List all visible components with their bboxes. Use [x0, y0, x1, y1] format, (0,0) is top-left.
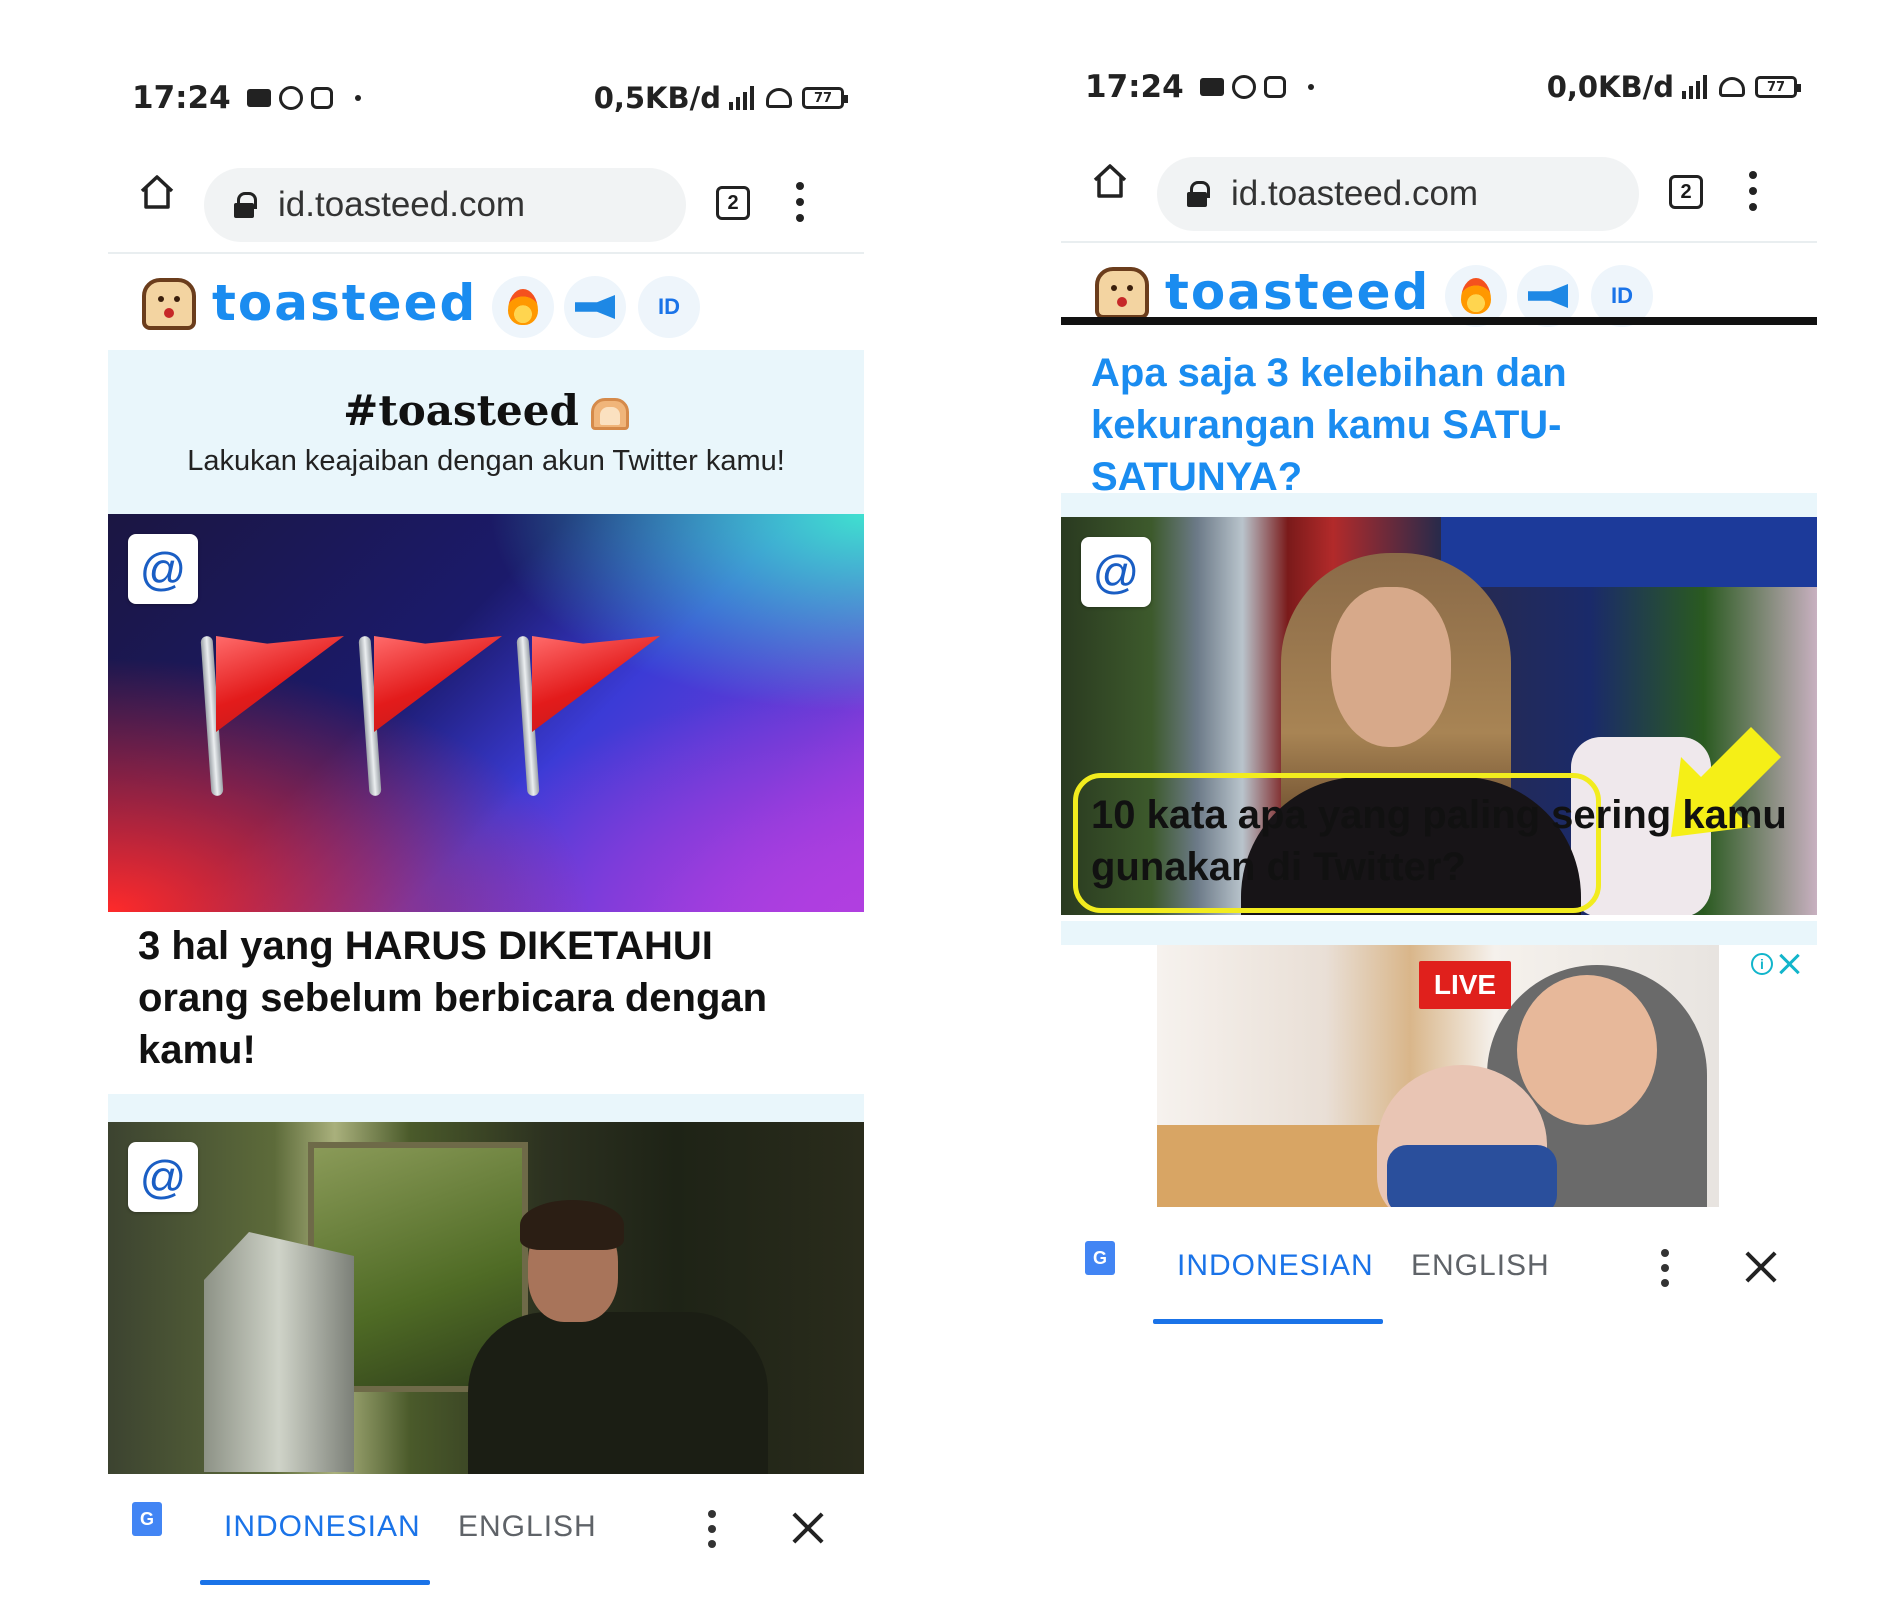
- notification-dot-icon: [354, 95, 361, 101]
- megaphone-icon: [1528, 284, 1568, 308]
- wifi-icon: [1719, 77, 1745, 97]
- language-tab-english[interactable]: ENGLISH: [1411, 1249, 1550, 1283]
- bread-icon: [590, 398, 629, 430]
- address-bar[interactable]: id.toasteed.com: [1157, 157, 1639, 231]
- card-badge: @: [128, 534, 198, 604]
- home-icon[interactable]: [1091, 163, 1129, 199]
- card-title[interactable]: 3 hal yang HARUS DIKETAHUI orang sebelum…: [138, 920, 834, 1076]
- red-flag-icon: [512, 635, 662, 806]
- network-speed: 0,5KB/d: [593, 81, 721, 115]
- translate-bar: G INDONESIAN ENGLISH: [108, 1474, 864, 1590]
- card-separator: [108, 1094, 864, 1122]
- browser-menu-icon[interactable]: [796, 182, 804, 222]
- live-badge: LIVE: [1419, 961, 1511, 1009]
- lock-icon: [1187, 181, 1210, 207]
- card-badge: @: [1081, 537, 1151, 607]
- home-icon[interactable]: [138, 174, 176, 210]
- ad-info-icon[interactable]: i: [1751, 953, 1773, 975]
- translate-more-icon[interactable]: [708, 1510, 716, 1548]
- ad-image[interactable]: LIVE: [1157, 945, 1719, 1207]
- language-tab-indonesian[interactable]: INDONESIAN: [1177, 1249, 1374, 1283]
- status-bar: 17:24 0,0KB/d 77: [1085, 59, 1801, 115]
- message-icon: [246, 89, 271, 107]
- hero-title: #toasteed: [108, 386, 864, 435]
- whatsapp-icon: [278, 86, 303, 110]
- browser-toolbar: id.toasteed.com 2: [108, 126, 864, 252]
- megaphone-icon: [575, 295, 615, 319]
- google-translate-icon: G: [132, 1502, 174, 1542]
- active-tab-indicator: [1153, 1319, 1383, 1324]
- hero-banner: #toasteed Lakukan keajaiban dengan akun …: [108, 350, 864, 514]
- browser-menu-icon[interactable]: [1749, 171, 1757, 211]
- close-icon[interactable]: [792, 1512, 824, 1544]
- translate-more-icon[interactable]: [1661, 1249, 1669, 1287]
- header-divider: [1061, 317, 1817, 325]
- ad-close-icon[interactable]: [1779, 953, 1801, 975]
- close-icon[interactable]: [1745, 1251, 1777, 1283]
- tab-switcher-button[interactable]: 2: [1669, 175, 1703, 209]
- card-image-red-flags[interactable]: @: [108, 514, 864, 912]
- wifi-icon: [766, 88, 792, 108]
- language-tab-english[interactable]: ENGLISH: [458, 1510, 597, 1544]
- status-bar: 17:24 0,5KB/d 77: [132, 70, 848, 126]
- red-flag-icon: [354, 635, 504, 806]
- status-time: 17:24: [132, 80, 231, 116]
- hero-subtitle: Lakukan keajaiban dengan akun Twitter ka…: [187, 445, 785, 477]
- active-tab-indicator: [200, 1580, 430, 1585]
- quiz-question-title[interactable]: Apa saja 3 kelebihan dan kekurangan kamu…: [1091, 347, 1757, 503]
- browser-toolbar: id.toasteed.com 2: [1061, 115, 1817, 241]
- language-button[interactable]: ID: [638, 276, 700, 338]
- network-speed: 0,0KB/d: [1546, 70, 1674, 104]
- status-time: 17:24: [1085, 69, 1184, 105]
- message-icon: [1199, 78, 1224, 96]
- battery-icon: 77: [1755, 76, 1801, 98]
- trending-button[interactable]: [492, 276, 554, 338]
- fire-icon: [1461, 278, 1491, 314]
- instagram-icon: [310, 87, 333, 109]
- card-badge: @: [128, 1142, 198, 1212]
- translate-bar: G INDONESIAN ENGLISH: [1061, 1213, 1817, 1329]
- site-header: toasteed ID: [108, 252, 864, 350]
- tab-switcher-button[interactable]: 2: [716, 186, 750, 220]
- brand-name[interactable]: toasteed: [212, 274, 477, 332]
- url-text: id.toasteed.com: [1231, 174, 1479, 213]
- right-phone-screen: 17:24 0,0KB/d 77 id.toasteed.com 2 toast…: [1061, 59, 1817, 1579]
- url-text: id.toasteed.com: [278, 185, 526, 224]
- card-title[interactable]: 10 kata apa yang paling sering kamu guna…: [1091, 789, 1787, 893]
- announcement-button[interactable]: [564, 276, 626, 338]
- advertisement[interactable]: LIVE i: [1061, 945, 1817, 1213]
- red-flag-icon: [196, 635, 346, 806]
- card-separator: [1061, 493, 1817, 517]
- google-translate-icon: G: [1085, 1241, 1127, 1281]
- address-bar[interactable]: id.toasteed.com: [204, 168, 686, 242]
- fire-icon: [508, 289, 538, 325]
- language-tab-indonesian[interactable]: INDONESIAN: [224, 1510, 421, 1544]
- lock-icon: [234, 192, 257, 218]
- toast-logo-icon[interactable]: [142, 278, 196, 330]
- signal-icon: [1682, 75, 1707, 99]
- left-phone-screen: 17:24 0,5KB/d 77 id.toasteed.com 2 toast…: [108, 70, 864, 1590]
- card-image-man-at-computer[interactable]: @: [108, 1122, 864, 1474]
- notification-dot-icon: [1307, 84, 1314, 90]
- brand-name[interactable]: toasteed: [1165, 263, 1430, 321]
- signal-icon: [729, 86, 754, 110]
- card-separator: [1061, 921, 1817, 945]
- instagram-icon: [1263, 76, 1286, 98]
- toast-logo-icon[interactable]: [1095, 267, 1149, 319]
- whatsapp-icon: [1231, 75, 1256, 99]
- battery-icon: 77: [802, 87, 848, 109]
